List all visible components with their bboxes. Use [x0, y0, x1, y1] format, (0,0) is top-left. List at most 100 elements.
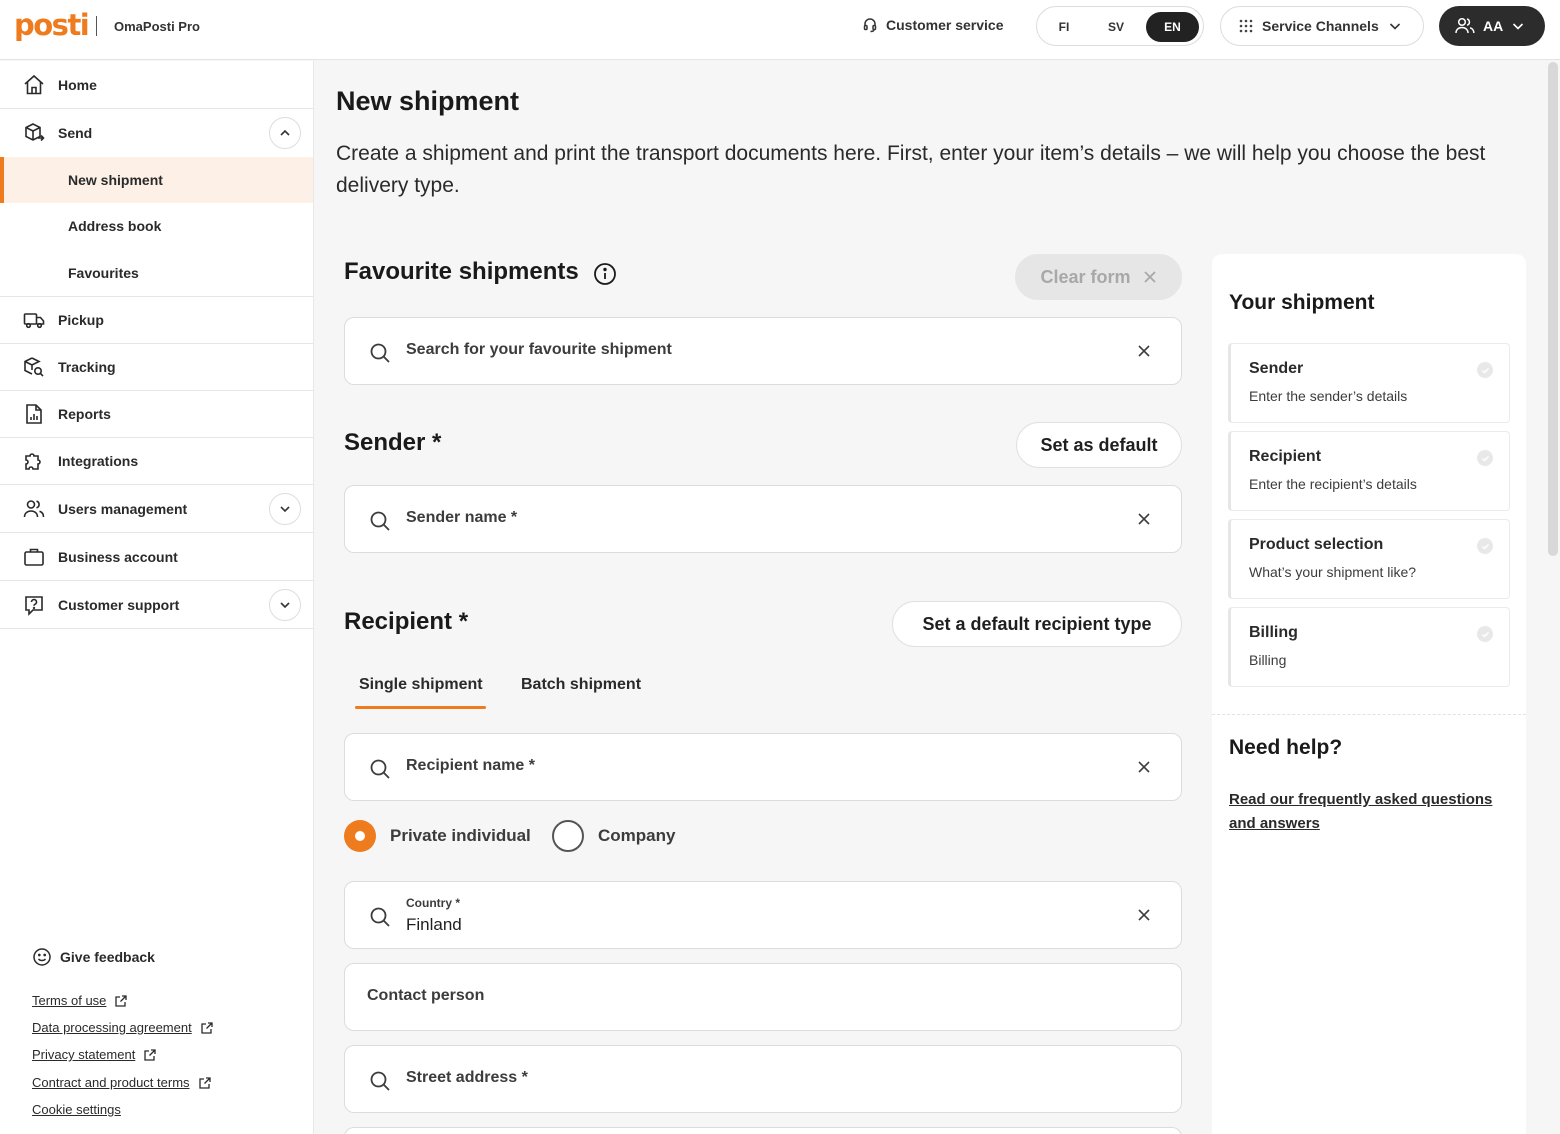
language-switcher: FI SV EN	[1036, 6, 1204, 46]
chevron-down-icon	[280, 506, 290, 513]
sidebar-item-label: Customer support	[58, 596, 180, 613]
recipient-title: Recipient	[344, 608, 453, 635]
terms-of-use-label: Terms of use	[32, 993, 107, 1008]
sidebar-item-label: Send	[58, 125, 93, 141]
tab-single-shipment[interactable]: Single shipment	[359, 676, 483, 694]
radio-label: Company	[598, 826, 676, 845]
close-icon[interactable]	[1137, 512, 1151, 526]
sidebar-item-label: Users management	[58, 500, 188, 517]
step-card-recipient[interactable]: Recipient Enter the recipient’s details	[1228, 431, 1510, 511]
sidebar-item-business-account[interactable]: Business account	[0, 533, 313, 581]
users-management-expand-toggle[interactable]	[269, 493, 301, 525]
step-title: Sender	[1249, 360, 1304, 377]
close-icon[interactable]	[1137, 760, 1151, 774]
search-icon	[370, 343, 390, 363]
recipient-name-field[interactable]: Recipient name *	[344, 733, 1182, 801]
sender-title: Sender	[344, 429, 426, 456]
sidebar-item-integrations[interactable]: Integrations	[0, 438, 313, 485]
sidebar-item-users-management[interactable]: Users management	[0, 485, 313, 533]
terms-of-use-link[interactable]: Terms of use	[32, 993, 128, 1008]
step-title: Recipient	[1249, 448, 1322, 465]
customer-service-link[interactable]: Customer service	[862, 17, 1004, 33]
customer-support-expand-toggle[interactable]	[269, 589, 301, 621]
step-card-sender[interactable]: Sender Enter the sender’s details	[1228, 343, 1510, 423]
radio-selected-indicator	[344, 820, 376, 852]
close-icon[interactable]	[1137, 344, 1151, 358]
check-circle-icon	[1477, 362, 1493, 378]
chevron-down-icon	[1513, 23, 1524, 30]
radio-private-individual[interactable]: Private individual	[344, 820, 531, 852]
page-intro: Create a shipment and print the transpor…	[336, 142, 1486, 197]
service-channels-label: Service Channels	[1262, 18, 1379, 34]
sidebar-item-send[interactable]: Send	[0, 109, 313, 157]
puzzle-icon	[22, 449, 46, 473]
data-processing-agreement-label: Data processing agreement	[32, 1020, 192, 1035]
chevron-up-icon	[280, 129, 290, 136]
data-processing-agreement-link[interactable]: Data processing agreement	[32, 1020, 214, 1035]
help-chat-icon	[22, 593, 46, 617]
country-value: Finland	[406, 915, 462, 934]
sender-name-field[interactable]: Sender name *	[344, 485, 1182, 553]
favourite-search-field[interactable]: Search for your favourite shipment	[344, 317, 1182, 385]
step-card-product-selection[interactable]: Product selection What’s your shipment l…	[1228, 519, 1510, 599]
favourite-search-placeholder: Search for your favourite shipment	[406, 341, 672, 358]
language-en-button[interactable]: EN	[1146, 12, 1199, 42]
user-menu-button[interactable]: AA	[1439, 6, 1545, 46]
sidebar-item-customer-support[interactable]: Customer support	[0, 581, 313, 629]
step-description: Enter the recipient’s details	[1249, 476, 1417, 492]
external-link-icon	[201, 1021, 213, 1034]
language-fi-button[interactable]: FI	[1043, 12, 1085, 42]
close-icon[interactable]	[1137, 908, 1151, 922]
cookie-settings-link[interactable]: Cookie settings	[32, 1102, 121, 1117]
your-shipment-title: Your shipment	[1229, 291, 1375, 314]
package-send-icon	[22, 121, 46, 145]
step-title: Product selection	[1249, 536, 1384, 553]
briefcase-icon	[22, 545, 46, 569]
headset-icon	[863, 18, 877, 33]
step-title: Billing	[1249, 624, 1298, 641]
step-description: Billing	[1249, 652, 1287, 668]
privacy-statement-label: Privacy statement	[32, 1047, 136, 1062]
page-scrollbar[interactable]	[1548, 62, 1558, 556]
street-address-field[interactable]: Street address *	[344, 1045, 1182, 1113]
grid-icon	[1239, 19, 1253, 33]
sidebar-item-pickup[interactable]: Pickup	[0, 297, 313, 344]
check-circle-icon	[1477, 626, 1493, 642]
sidebar-item-label: Integrations	[58, 453, 139, 469]
country-field[interactable]: Country * Finland	[344, 881, 1182, 949]
clear-form-button[interactable]: Clear form	[1015, 254, 1182, 300]
posti-logo[interactable]: posti	[14, 8, 90, 42]
set-sender-default-button[interactable]: Set as default	[1016, 422, 1182, 468]
tab-batch-shipment[interactable]: Batch shipment	[521, 676, 641, 694]
chevron-down-icon	[1389, 23, 1400, 30]
sidebar-item-tracking[interactable]: Tracking	[0, 344, 313, 391]
contract-product-terms-link[interactable]: Contract and product terms	[32, 1075, 212, 1090]
privacy-statement-link[interactable]: Privacy statement	[32, 1047, 157, 1062]
faq-link[interactable]: Read our frequently asked questions and …	[1229, 788, 1519, 836]
close-icon	[1143, 271, 1156, 283]
panel-divider	[1212, 714, 1526, 715]
sidebar-item-label: Reports	[58, 406, 111, 422]
sidebar-subitem-address-book[interactable]: Address book	[0, 203, 313, 249]
give-feedback-label: Give feedback	[60, 949, 155, 965]
language-sv-button[interactable]: SV	[1095, 12, 1137, 42]
sidebar-subitem-new-shipment[interactable]: New shipment	[0, 157, 313, 203]
smiley-icon	[33, 948, 51, 966]
external-link-icon	[198, 1076, 211, 1089]
service-channels-button[interactable]: Service Channels	[1220, 6, 1424, 46]
sidebar-item-label: Tracking	[58, 359, 116, 375]
sidebar-item-reports[interactable]: Reports	[0, 391, 313, 438]
give-feedback-button[interactable]: Give feedback	[32, 947, 155, 967]
step-card-billing[interactable]: Billing Billing	[1228, 607, 1510, 687]
send-collapse-toggle[interactable]	[269, 117, 301, 149]
sidebar-item-home[interactable]: Home	[0, 61, 313, 109]
info-icon[interactable]	[593, 262, 617, 286]
logo-divider	[96, 16, 97, 36]
contact-person-field[interactable]: Contact person	[344, 963, 1182, 1031]
set-default-recipient-type-button[interactable]: Set a default recipient type	[892, 601, 1182, 647]
clear-form-label: Clear form	[1040, 266, 1131, 287]
radio-company[interactable]: Company	[552, 820, 675, 852]
next-field-partial[interactable]	[344, 1127, 1182, 1134]
sidebar-subitem-favourites[interactable]: Favourites	[0, 249, 313, 297]
check-circle-icon	[1477, 538, 1493, 554]
